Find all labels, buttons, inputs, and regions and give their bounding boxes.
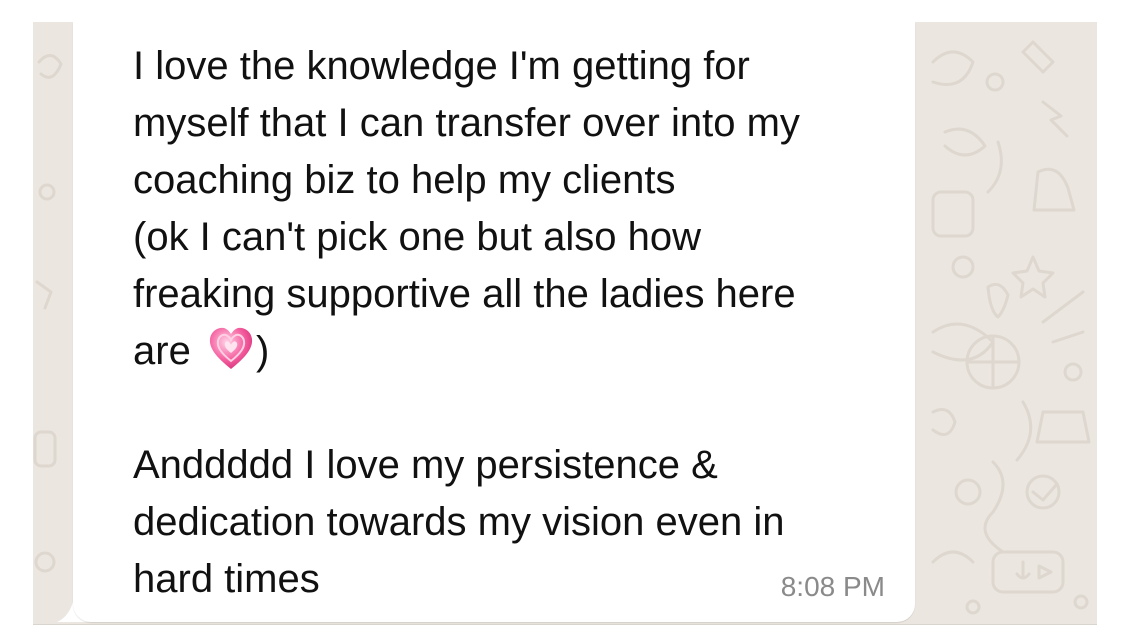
chat-area[interactable]: I love the knowledge I'm getting for mys… — [33, 22, 1097, 625]
message-line: myself that I can transfer over into my — [133, 101, 800, 145]
message-line: dedication towards my vision even in — [133, 500, 785, 544]
bottom-divider — [33, 624, 1097, 625]
message-timestamp: 8:08 PM — [780, 571, 885, 602]
message-line: are — [133, 329, 202, 373]
message-line: freaking supportive all the ladies here — [133, 272, 796, 316]
message-line: (ok I can't pick one but also how — [133, 215, 701, 259]
message-text: I love the knowledge I'm getting for mys… — [133, 38, 913, 608]
message-bubble[interactable]: I love the knowledge I'm getting for mys… — [73, 22, 915, 622]
message-line: Anddddd I love my persistence & — [133, 443, 718, 487]
message-line-end: ) — [255, 329, 270, 373]
message-line: coaching biz to help my clients — [133, 158, 676, 202]
message-line: hard times — [133, 557, 320, 601]
message-line: I love the knowledge I'm getting for — [133, 44, 750, 88]
growing-heart-emoji-icon — [209, 327, 253, 369]
